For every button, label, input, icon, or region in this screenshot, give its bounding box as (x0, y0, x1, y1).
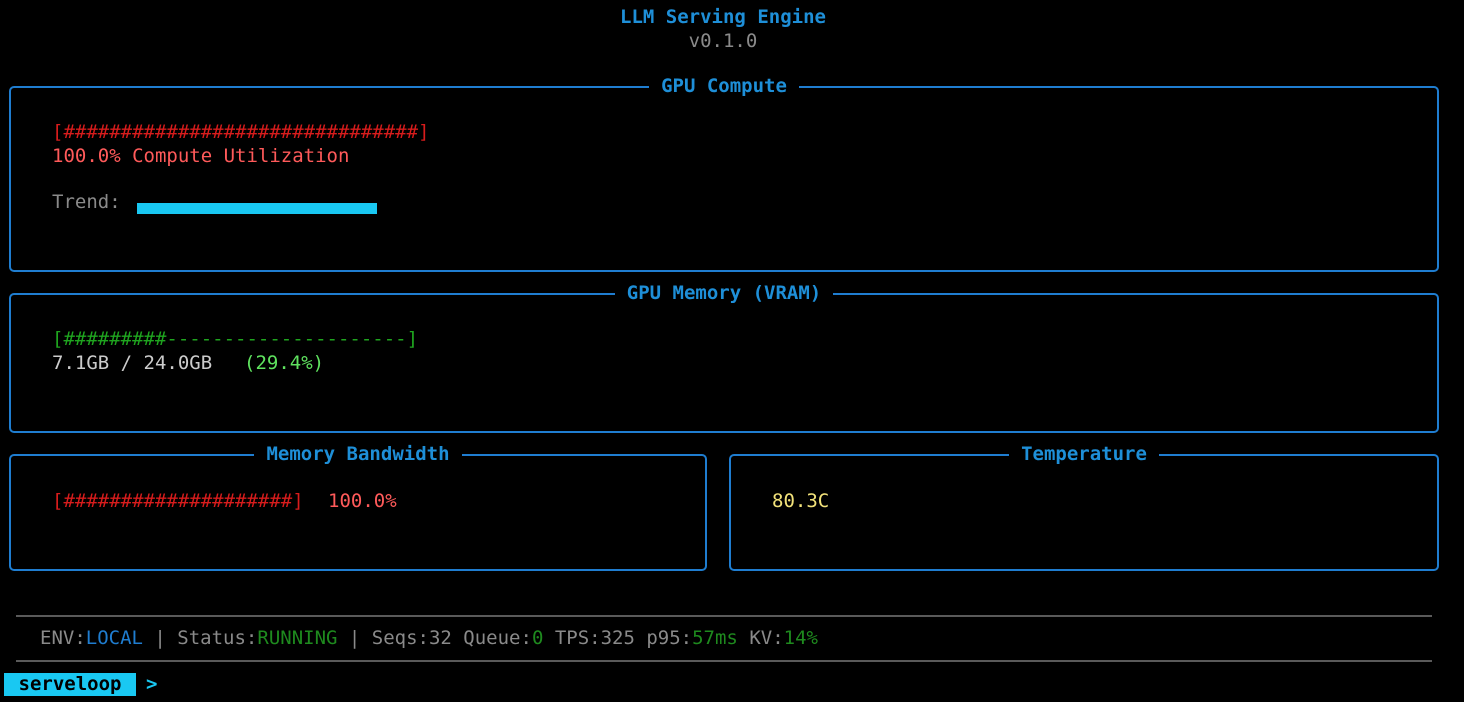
temperature-value: 80.3C (772, 490, 830, 512)
env-value: LOCAL (85, 627, 143, 649)
gpu-memory-title: GPU Memory (VRAM) (614, 282, 834, 304)
app-title: LLM Serving Engine (620, 6, 826, 28)
memory-usage-bar: [#########---------------------] (52, 328, 419, 350)
p95-label: p95: (634, 627, 693, 649)
status-separator: | (337, 627, 372, 649)
compute-utilization-bar: [###############################] (52, 121, 430, 143)
kv-value: 14% (783, 627, 818, 649)
temperature-title-row: Temperature (731, 442, 1437, 466)
tps-value: TPS:325 (543, 627, 635, 649)
memory-usage-text: 7.1GB / 24.0GB (52, 352, 213, 374)
app-version: v0.1.0 (688, 30, 758, 52)
status-divider-bottom (16, 660, 1432, 662)
gpu-compute-title: GPU Compute (649, 75, 799, 97)
memory-bandwidth-title-row: Memory Bandwidth (11, 442, 705, 466)
status-label: Status: (177, 627, 258, 649)
status-divider-top (16, 615, 1432, 617)
gpu-memory-title-row: GPU Memory (VRAM) (11, 281, 1437, 305)
trend-label: Trend: (52, 191, 121, 213)
memory-bandwidth-title: Memory Bandwidth (254, 443, 462, 465)
gpu-compute-title-row: GPU Compute (11, 74, 1437, 98)
gpu-compute-panel: GPU Compute [###########################… (9, 75, 1439, 272)
memory-usage-percent: (29.4%) (244, 352, 325, 374)
gpu-memory-panel: GPU Memory (VRAM) [#########------------… (9, 282, 1439, 433)
kv-label: KV: (737, 627, 784, 649)
status-value: RUNNING (257, 627, 338, 649)
compute-utilization-text: 100.0% Compute Utilization (52, 145, 350, 167)
prompt-badge: serveloop (4, 673, 136, 696)
status-separator: | (142, 627, 178, 649)
temperature-panel: Temperature 80.3C (729, 443, 1439, 571)
temperature-title: Temperature (1009, 443, 1159, 465)
command-prompt-input[interactable]: > (146, 672, 157, 696)
status-bar: ENV:LOCAL | Status:RUNNING | Seqs:32 Que… (40, 626, 818, 650)
trend-sparkline (137, 203, 377, 214)
p95-value: 57ms (692, 627, 738, 649)
env-label: ENV: (40, 627, 86, 649)
bandwidth-bar: [####################] (52, 490, 304, 512)
bandwidth-percent: 100.0% (328, 490, 397, 512)
seqs-count: Seqs:32 (371, 627, 452, 649)
queue-value: 0 (531, 627, 544, 649)
memory-bandwidth-panel: Memory Bandwidth [####################] … (9, 443, 707, 571)
queue-label: Queue: (451, 627, 532, 649)
